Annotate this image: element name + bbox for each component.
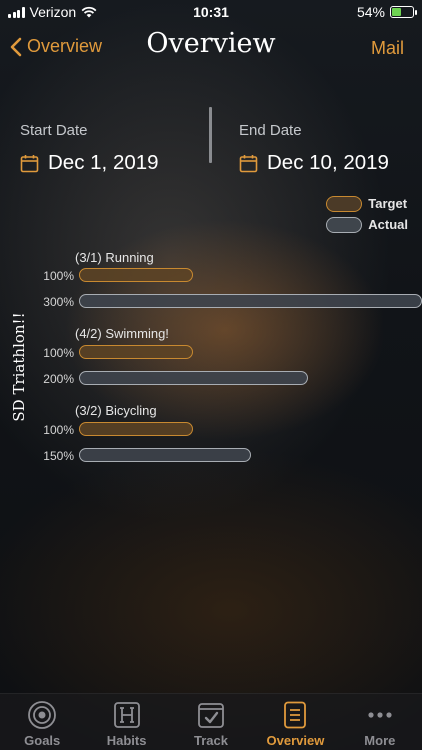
list-icon bbox=[284, 701, 307, 729]
tab-label: Habits bbox=[106, 733, 147, 748]
tab-label: More bbox=[364, 733, 396, 748]
battery-icon bbox=[390, 6, 417, 18]
target-bar bbox=[79, 268, 194, 282]
start-date-label: Start Date bbox=[20, 122, 88, 139]
actual-swatch bbox=[326, 216, 363, 233]
tab-habits[interactable]: Habits bbox=[84, 694, 168, 750]
navigation-bar: Overview Overview Mail bbox=[0, 26, 422, 70]
habit-name: (4/2) Swimming! bbox=[75, 326, 169, 341]
legend-actual-label: Actual bbox=[368, 217, 408, 232]
calendar-icon bbox=[20, 154, 39, 172]
end-date-label: End Date bbox=[239, 122, 302, 139]
actual-percent: 200% bbox=[43, 372, 74, 386]
habit-name: (3/1) Running bbox=[75, 250, 154, 265]
tab-label: Overview bbox=[266, 733, 325, 748]
tab-goals[interactable]: Goals bbox=[0, 694, 84, 750]
chart-legend: Target Actual bbox=[326, 193, 408, 235]
habits-h-icon bbox=[113, 702, 140, 728]
legend-actual: Actual bbox=[326, 214, 408, 235]
target-icon bbox=[28, 701, 57, 729]
target-swatch bbox=[326, 195, 363, 212]
target-bar bbox=[79, 345, 194, 359]
mail-button[interactable]: Mail bbox=[371, 38, 404, 59]
tab-label: Goals bbox=[24, 733, 61, 748]
end-date-picker[interactable]: Dec 10, 2019 bbox=[239, 151, 389, 175]
habit-name: (3/2) Bicycling bbox=[75, 403, 157, 418]
end-date-section: End Date Dec 10, 2019 bbox=[239, 122, 389, 175]
battery-info: 54% bbox=[356, 4, 417, 20]
page-title: Overview bbox=[146, 28, 276, 59]
status-bar: Verizon 10:31 54% bbox=[0, 0, 422, 26]
checkmark-box-icon bbox=[198, 703, 224, 728]
target-percent: 100% bbox=[43, 269, 74, 283]
tab-track[interactable]: Track bbox=[169, 694, 253, 750]
actual-percent: 150% bbox=[43, 449, 74, 463]
date-divider bbox=[209, 107, 212, 163]
battery-percent: 54% bbox=[356, 4, 385, 20]
legend-target-label: Target bbox=[368, 196, 408, 211]
actual-percent: 300% bbox=[43, 295, 74, 309]
target-bar bbox=[79, 422, 194, 436]
tab-bar: Goals Habits Track Overview More bbox=[0, 693, 422, 750]
target-percent: 100% bbox=[43, 346, 74, 360]
start-date-section: Start Date Dec 1, 2019 bbox=[20, 122, 159, 175]
calendar-icon bbox=[239, 154, 258, 172]
target-percent: 100% bbox=[43, 423, 74, 437]
tab-more[interactable]: More bbox=[338, 694, 422, 750]
start-date-picker[interactable]: Dec 1, 2019 bbox=[20, 151, 159, 175]
start-date-value: Dec 1, 2019 bbox=[48, 151, 159, 174]
goal-title: SD Triathlon!! bbox=[10, 312, 28, 422]
actual-bar bbox=[79, 371, 308, 385]
actual-bar bbox=[79, 448, 251, 462]
legend-target: Target bbox=[326, 193, 408, 214]
tab-label: Track bbox=[194, 733, 228, 748]
end-date-value: Dec 10, 2019 bbox=[267, 151, 389, 174]
actual-bar bbox=[79, 294, 422, 308]
more-dots-icon bbox=[368, 712, 392, 718]
tab-overview[interactable]: Overview bbox=[253, 694, 337, 750]
